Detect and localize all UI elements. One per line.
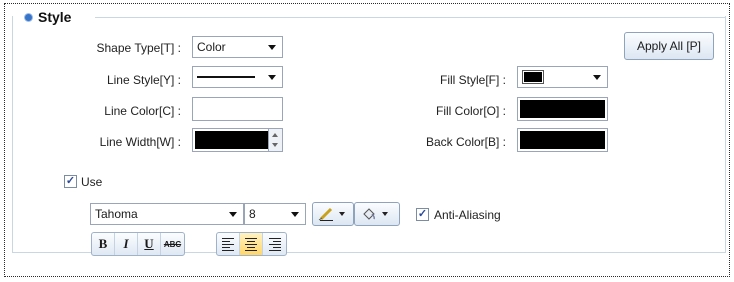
fill-color-dropdown[interactable] — [354, 202, 400, 226]
align-left-icon — [222, 237, 234, 251]
font-size-select[interactable]: 8 — [244, 203, 306, 225]
fill-color-label: Fill Color[O] : — [435, 104, 506, 118]
font-name-select[interactable]: Tahoma — [90, 203, 244, 225]
strikethrough-button[interactable]: ABC — [161, 233, 184, 255]
section-divider — [95, 17, 726, 18]
alignment-toolbar — [216, 232, 287, 256]
bullet-icon — [25, 13, 32, 21]
chevron-down-icon — [291, 212, 299, 217]
line-style-preview-icon — [197, 76, 255, 78]
italic-button[interactable]: I — [115, 233, 138, 255]
line-width-label: Line Width[W] : — [99, 135, 181, 149]
section-header: Style — [25, 9, 71, 25]
align-left-button[interactable] — [217, 233, 240, 255]
bold-button[interactable]: B — [92, 233, 115, 255]
chevron-down-icon — [382, 212, 388, 216]
line-color-swatch — [195, 100, 280, 118]
text-color-dropdown[interactable] — [312, 202, 354, 226]
section-title: Style — [38, 9, 72, 25]
align-right-button[interactable] — [263, 233, 286, 255]
anti-aliasing-label: Anti-Aliasing — [434, 208, 501, 222]
line-color-label: Line Color[C] : — [104, 104, 181, 118]
shape-type-value: Color — [197, 40, 226, 54]
line-width-spinner[interactable] — [268, 129, 282, 151]
line-width-swatch — [195, 131, 269, 149]
fill-color-picker[interactable] — [517, 97, 608, 121]
shape-type-select[interactable]: Color — [192, 36, 283, 58]
shape-type-label: Shape Type[T] : — [96, 41, 182, 55]
fill-style-select[interactable] — [517, 66, 608, 88]
fill-color-swatch — [520, 100, 605, 118]
font-size-value: 8 — [249, 207, 256, 221]
font-name-value: Tahoma — [95, 207, 138, 221]
align-center-icon — [245, 237, 257, 251]
pencil-icon — [318, 207, 333, 221]
back-color-label: Back Color[B] : — [425, 135, 506, 149]
use-checkbox[interactable]: ✓ — [64, 175, 77, 188]
back-color-picker[interactable] — [517, 128, 608, 152]
line-color-picker[interactable] — [192, 97, 283, 121]
line-style-label: Line Style[Y] : — [106, 73, 181, 87]
underline-button[interactable]: U — [138, 233, 161, 255]
chevron-down-icon — [229, 212, 237, 217]
back-color-swatch — [520, 131, 605, 149]
chevron-down-icon — [339, 212, 345, 216]
align-right-icon — [268, 237, 281, 251]
paint-bucket-icon — [363, 208, 375, 220]
chevron-down-icon — [593, 75, 601, 80]
fill-style-label: Fill Style[F] : — [439, 73, 506, 87]
chevron-down-icon — [268, 45, 276, 50]
spin-down-icon[interactable] — [272, 143, 278, 147]
anti-aliasing-checkbox[interactable]: ✓ — [416, 208, 429, 221]
chevron-down-icon — [268, 75, 276, 80]
spin-up-icon[interactable] — [272, 133, 278, 137]
fill-style-preview-icon — [522, 70, 544, 84]
text-format-toolbar: B I U ABC — [91, 232, 185, 256]
use-label: Use — [81, 175, 103, 189]
apply-all-button[interactable]: Apply All [P] — [624, 32, 714, 60]
line-width-stepper[interactable] — [192, 128, 283, 152]
align-center-button[interactable] — [240, 233, 263, 255]
line-style-select[interactable] — [192, 66, 283, 88]
